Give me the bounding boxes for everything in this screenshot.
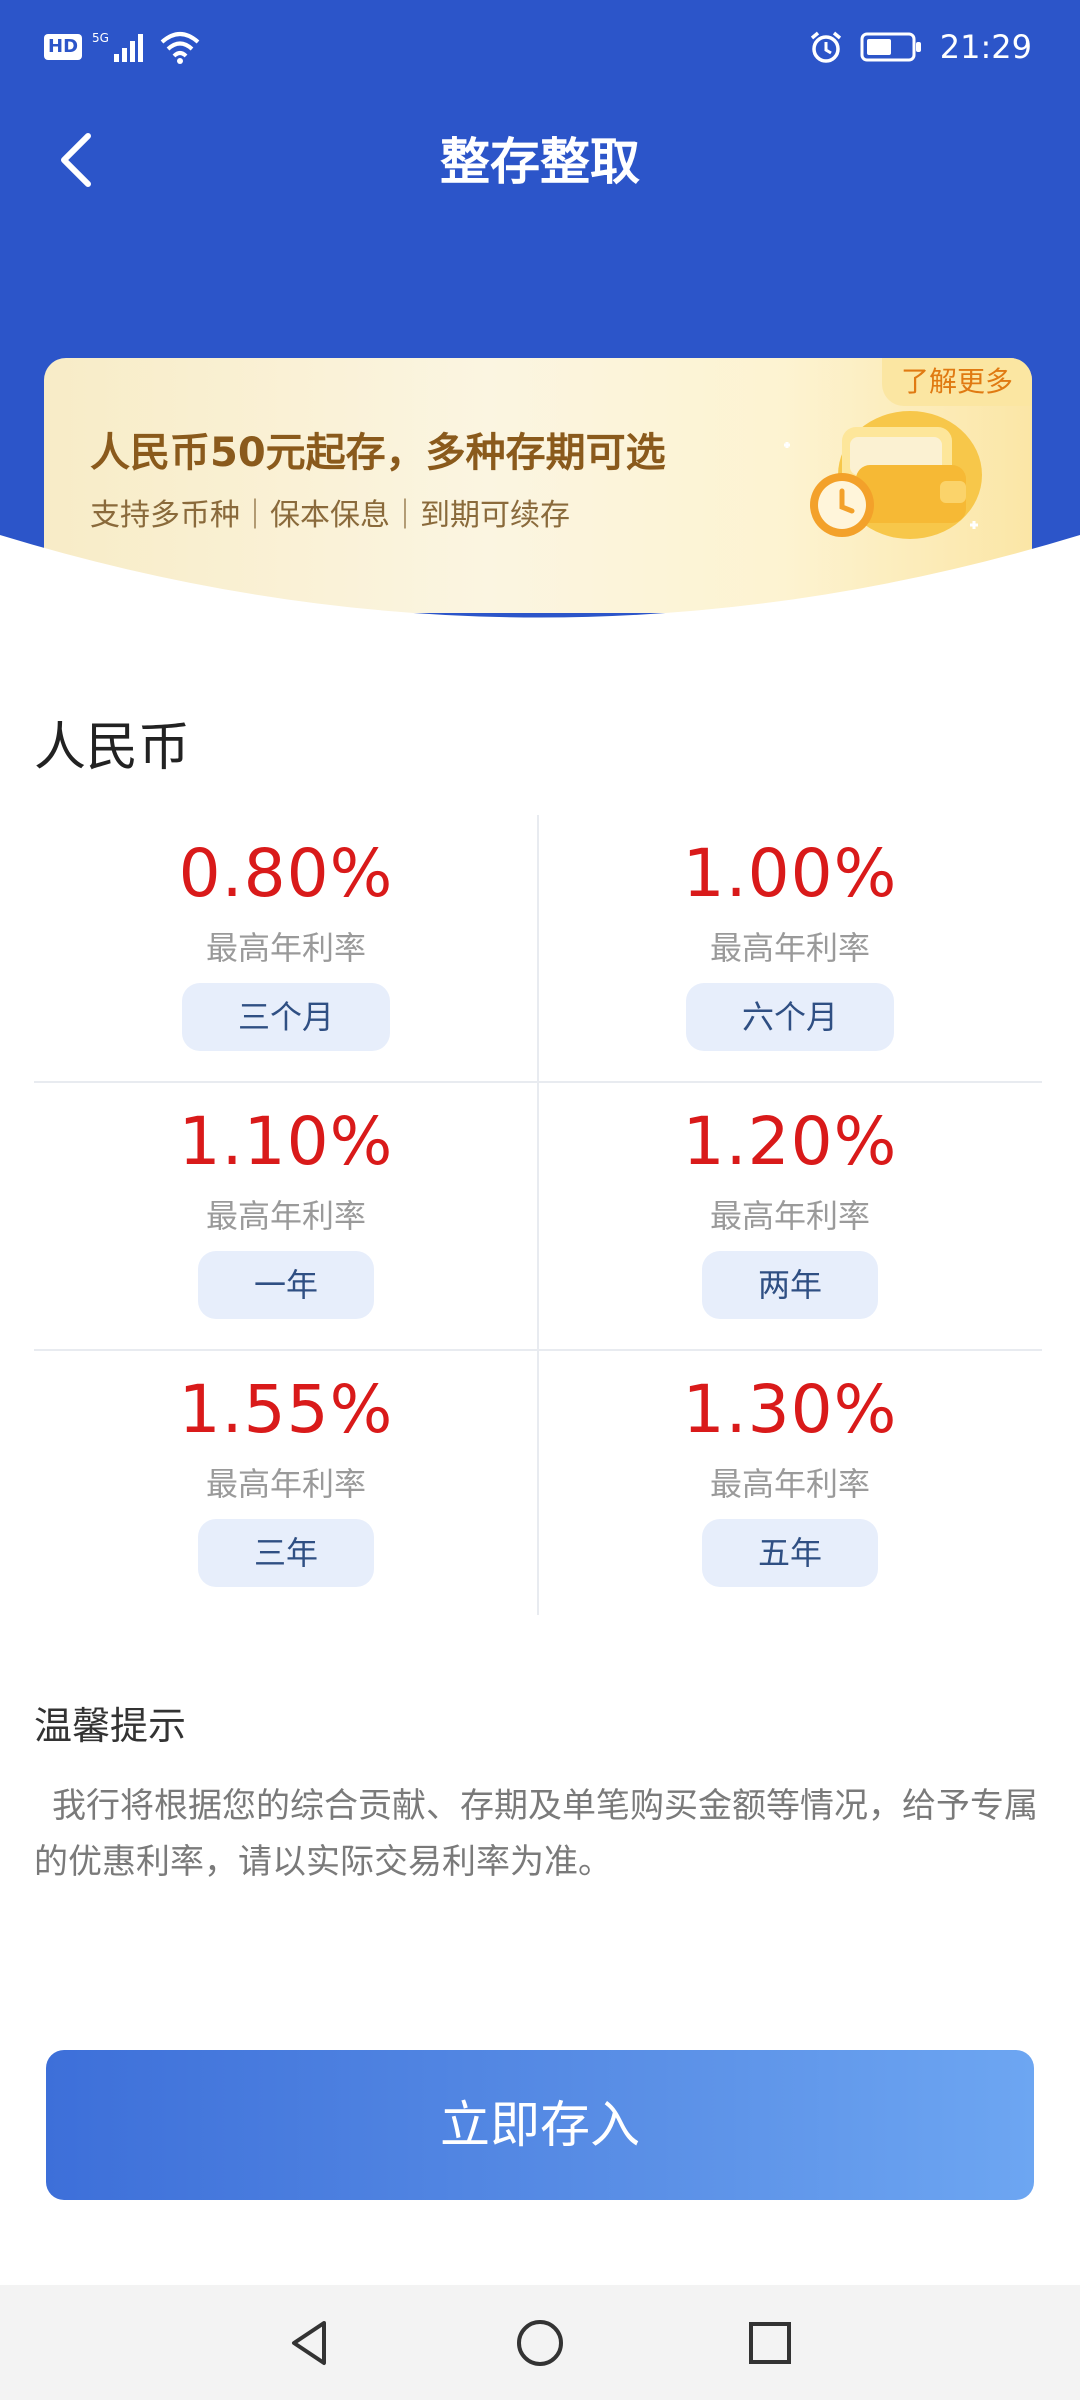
rate-label: 最高年利率 — [709, 929, 870, 967]
battery-icon — [860, 32, 921, 62]
rate-label: 最高年利率 — [205, 1465, 366, 1503]
tips-text: 我行将根据您的综合贡献、存期及单笔购买金额等情况，给予专属的优惠利率，请以实际交… — [34, 1786, 1038, 1882]
wallet-clock-icon — [784, 411, 982, 539]
system-nav-bar — [0, 2285, 1080, 2400]
banner-subtitle: 支持多币种｜保本保息｜到期可续存 — [90, 498, 570, 533]
hd-badge: HD — [44, 34, 83, 60]
currency-title: 人民币 — [34, 718, 191, 778]
clock-time: 21:29 — [939, 28, 1032, 66]
recents-square-icon[interactable] — [740, 2313, 800, 2373]
deposit-now-button[interactable]: 立即存入 — [46, 2050, 1034, 2200]
term-tag[interactable]: 一年 — [197, 1251, 375, 1319]
rate-value: 1.00% — [682, 835, 898, 912]
rate-value: 1.30% — [682, 1371, 898, 1448]
rate-grid: 0.80% 最高年利率 三个月 1.00% 最高年利率 六个月 1.10% 最高… — [34, 815, 1042, 1620]
rate-card-1y[interactable]: 1.10% 最高年利率 一年 — [34, 1083, 538, 1351]
rate-card-2y[interactable]: 1.20% 最高年利率 两年 — [538, 1083, 1042, 1351]
rate-value: 1.10% — [178, 1103, 394, 1180]
tips-title: 温馨提示 — [34, 1704, 187, 1748]
rate-card-3m[interactable]: 0.80% 最高年利率 三个月 — [34, 815, 538, 1083]
page-title: 整存整取 — [440, 133, 640, 191]
rate-card-6m[interactable]: 1.00% 最高年利率 六个月 — [538, 815, 1042, 1083]
rate-value: 0.80% — [178, 835, 394, 912]
home-circle-icon[interactable] — [510, 2313, 570, 2373]
signal-icon: 5G — [92, 31, 144, 62]
term-tag[interactable]: 三年 — [197, 1519, 375, 1587]
status-bar: HD 5G 21:29 — [0, 0, 1080, 100]
alarm-icon — [810, 31, 841, 63]
banner-headline: 人民币50元起存，多种存期可选 — [90, 430, 666, 476]
nav-bar: 整存整取 — [0, 110, 1080, 210]
rate-card-3y[interactable]: 1.55% 最高年利率 三年 — [34, 1351, 538, 1619]
rate-label: 最高年利率 — [709, 1465, 870, 1503]
learn-more-button[interactable]: 了解更多 — [882, 358, 1032, 406]
signal-label: 5G — [92, 31, 109, 45]
rate-label: 最高年利率 — [709, 1197, 870, 1235]
term-tag[interactable]: 两年 — [701, 1251, 879, 1319]
rate-value: 1.20% — [682, 1103, 898, 1180]
rate-value: 1.55% — [178, 1371, 394, 1448]
term-tag[interactable]: 三个月 — [181, 983, 391, 1051]
rate-label: 最高年利率 — [205, 929, 366, 967]
term-tag[interactable]: 五年 — [701, 1519, 879, 1587]
rate-card-5y[interactable]: 1.30% 最高年利率 五年 — [538, 1351, 1042, 1619]
back-triangle-icon[interactable] — [280, 2313, 340, 2373]
rate-label: 最高年利率 — [205, 1197, 366, 1235]
term-tag[interactable]: 六个月 — [685, 983, 895, 1051]
wifi-icon — [160, 32, 200, 64]
